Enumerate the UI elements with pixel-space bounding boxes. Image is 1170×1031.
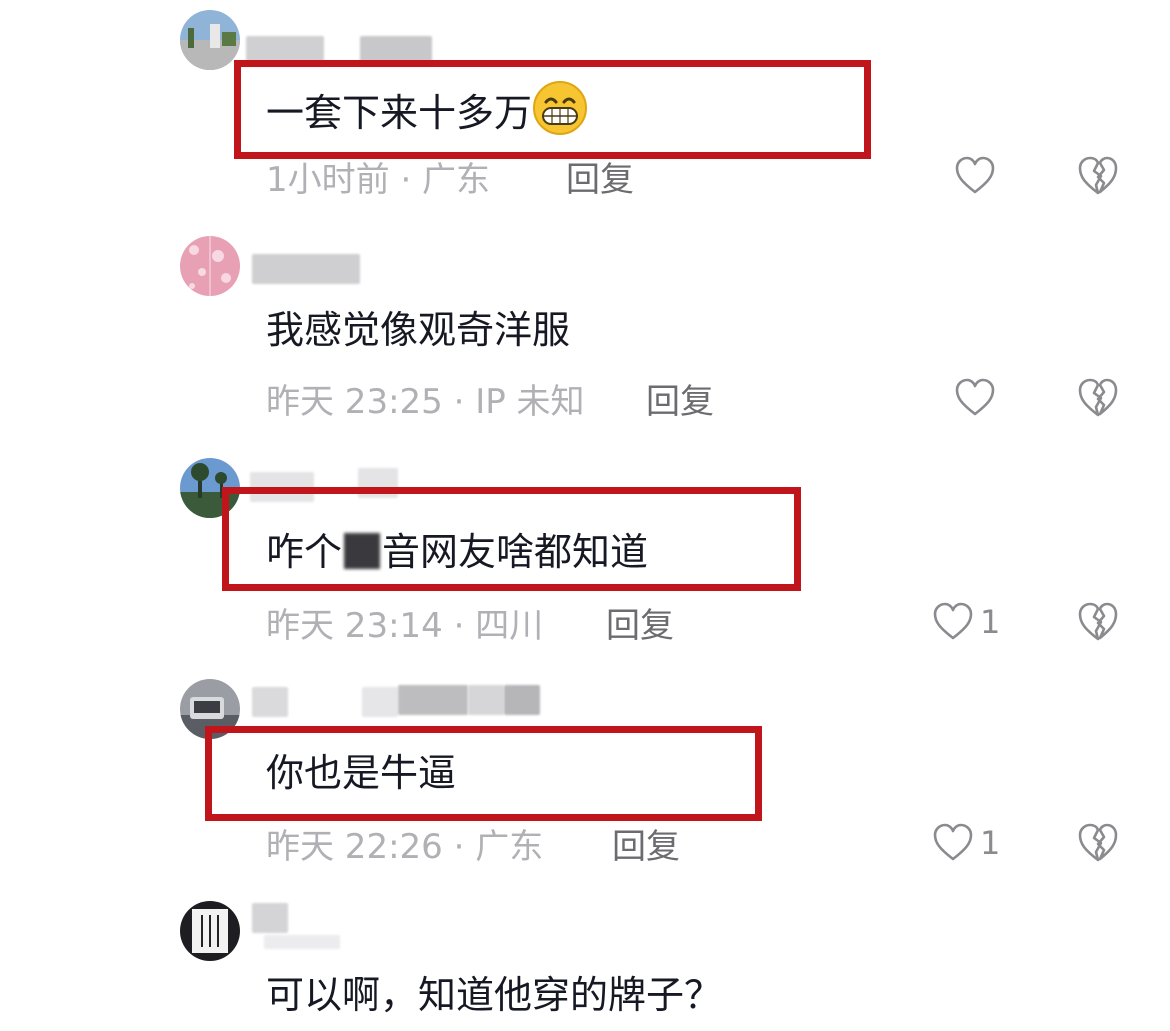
- username-redacted: [468, 685, 504, 715]
- comment-item: 你也是牛逼 昨天 22:26 · 广东 回复 1: [0, 675, 1170, 895]
- heart-outline-icon: [933, 823, 973, 861]
- username-redacted: [252, 254, 360, 284]
- comment-item: 可以啊，知道他穿的牌子？: [0, 895, 1170, 1031]
- reply-button[interactable]: 回复: [612, 825, 680, 869]
- heart-outline-icon: [933, 602, 973, 640]
- like-button[interactable]: [954, 376, 1002, 420]
- like-count: 1: [980, 603, 1001, 641]
- broken-heart-icon[interactable]: [1076, 600, 1120, 644]
- avatar[interactable]: [180, 901, 240, 961]
- comment-item: 咋个 音网友啥都知道 昨天 23:14 · 四川 回复 1: [0, 450, 1170, 675]
- avatar[interactable]: [180, 10, 240, 70]
- username-redacted: [362, 687, 398, 717]
- comment-text: 可以啊，知道他穿的牌子？: [266, 973, 723, 1017]
- username-redacted: [264, 935, 340, 949]
- avatar[interactable]: [180, 236, 240, 296]
- broken-heart-icon[interactable]: [1076, 821, 1120, 865]
- reply-button[interactable]: 回复: [606, 604, 674, 648]
- comment-meta: 昨天 23:25 · IP 未知: [266, 382, 585, 422]
- highlight-box: [205, 726, 762, 821]
- broken-heart-icon[interactable]: [1076, 376, 1120, 420]
- username-redacted: [398, 685, 468, 715]
- like-button[interactable]: 1: [932, 600, 1000, 644]
- username-redacted: [252, 903, 288, 933]
- reply-button[interactable]: 回复: [646, 380, 714, 424]
- highlight-box: [222, 487, 801, 591]
- comment-text: 我感觉像观奇洋服: [266, 308, 571, 352]
- comment-item: 我感觉像观奇洋服 昨天 23:25 · IP 未知 回复: [0, 220, 1170, 450]
- heart-outline-icon: [955, 156, 995, 194]
- highlight-box: [234, 60, 871, 159]
- comment-meta: 昨天 23:14 · 四川: [266, 606, 544, 646]
- comment-meta: 昨天 22:26 · 广东: [266, 827, 544, 867]
- username-redacted: [504, 685, 540, 715]
- broken-heart-icon[interactable]: [1076, 154, 1120, 198]
- like-button[interactable]: [954, 154, 1002, 198]
- comment-item: 一套下来十多万 1小时前 · 广东 回复: [0, 0, 1170, 220]
- username-redacted: [252, 687, 288, 717]
- heart-outline-icon: [955, 378, 995, 416]
- reply-button[interactable]: 回复: [566, 158, 634, 202]
- like-button[interactable]: 1: [932, 821, 1000, 865]
- comment-meta: 1小时前 · 广东: [266, 160, 491, 200]
- like-count: 1: [980, 824, 1001, 862]
